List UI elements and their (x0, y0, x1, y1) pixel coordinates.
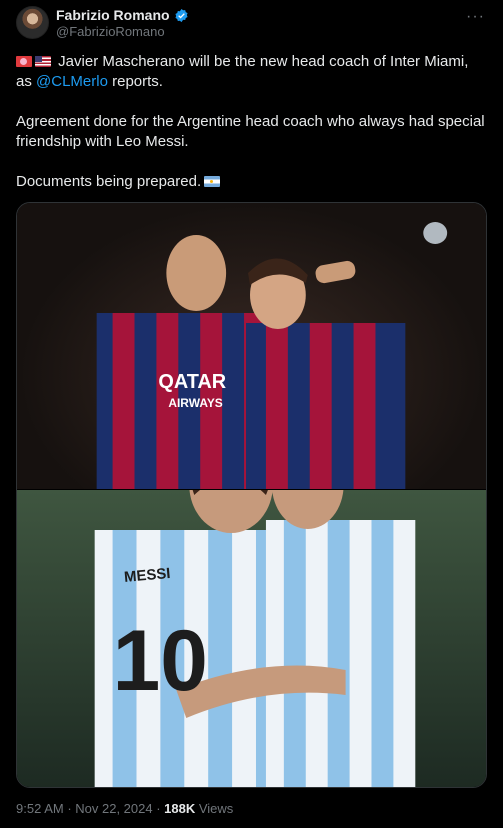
author-name[interactable]: Fabrizio Romano (56, 7, 170, 23)
post-paragraph-1: Javier Mascherano will be the new head c… (16, 52, 487, 92)
inter-miami-flag-icon (16, 56, 32, 67)
post-date[interactable]: Nov 22, 2024 (75, 801, 152, 816)
post-meta: 9:52 AM · Nov 22, 2024 · 188K Views (16, 801, 233, 816)
views-label: Views (195, 801, 234, 816)
post-time[interactable]: 9:52 AM (16, 801, 64, 816)
post-line1-end: reports. (107, 73, 163, 90)
verified-badge-icon (175, 8, 188, 22)
post-line3: Documents being prepared. (16, 173, 202, 190)
post-paragraph-3: Documents being prepared. (16, 172, 487, 192)
post-header: Fabrizio Romano @FabrizioRomano ··· (16, 6, 487, 42)
meta-separator-1: · (63, 801, 76, 816)
more-options-icon[interactable]: ··· (466, 8, 485, 26)
post-text: Javier Mascherano will be the new head c… (16, 52, 487, 212)
post-paragraph-2: Agreement done for the Argentine head co… (16, 113, 485, 150)
jersey-sponsor-text: QATAR (158, 371, 226, 393)
photo-argentina[interactable]: MESSI 10 (17, 490, 486, 788)
avatar[interactable] (16, 6, 49, 39)
mention-link[interactable]: @CLMerlo (36, 73, 108, 90)
argentina-flag-icon (204, 176, 221, 187)
author-handle[interactable]: @FabrizioRomano (56, 24, 165, 39)
post-media[interactable]: QATAR AIRWAYS MESSI 10 (16, 202, 487, 788)
us-flag-icon (35, 56, 51, 67)
views-count: 188K (164, 801, 196, 816)
jersey-sponsor-subtext: AIRWAYS (168, 396, 222, 410)
jersey-number-text: 10 (113, 613, 208, 709)
photo-barcelona[interactable]: QATAR AIRWAYS (17, 203, 486, 489)
author-name-row: Fabrizio Romano (56, 7, 189, 23)
meta-separator-2: · (152, 801, 165, 816)
